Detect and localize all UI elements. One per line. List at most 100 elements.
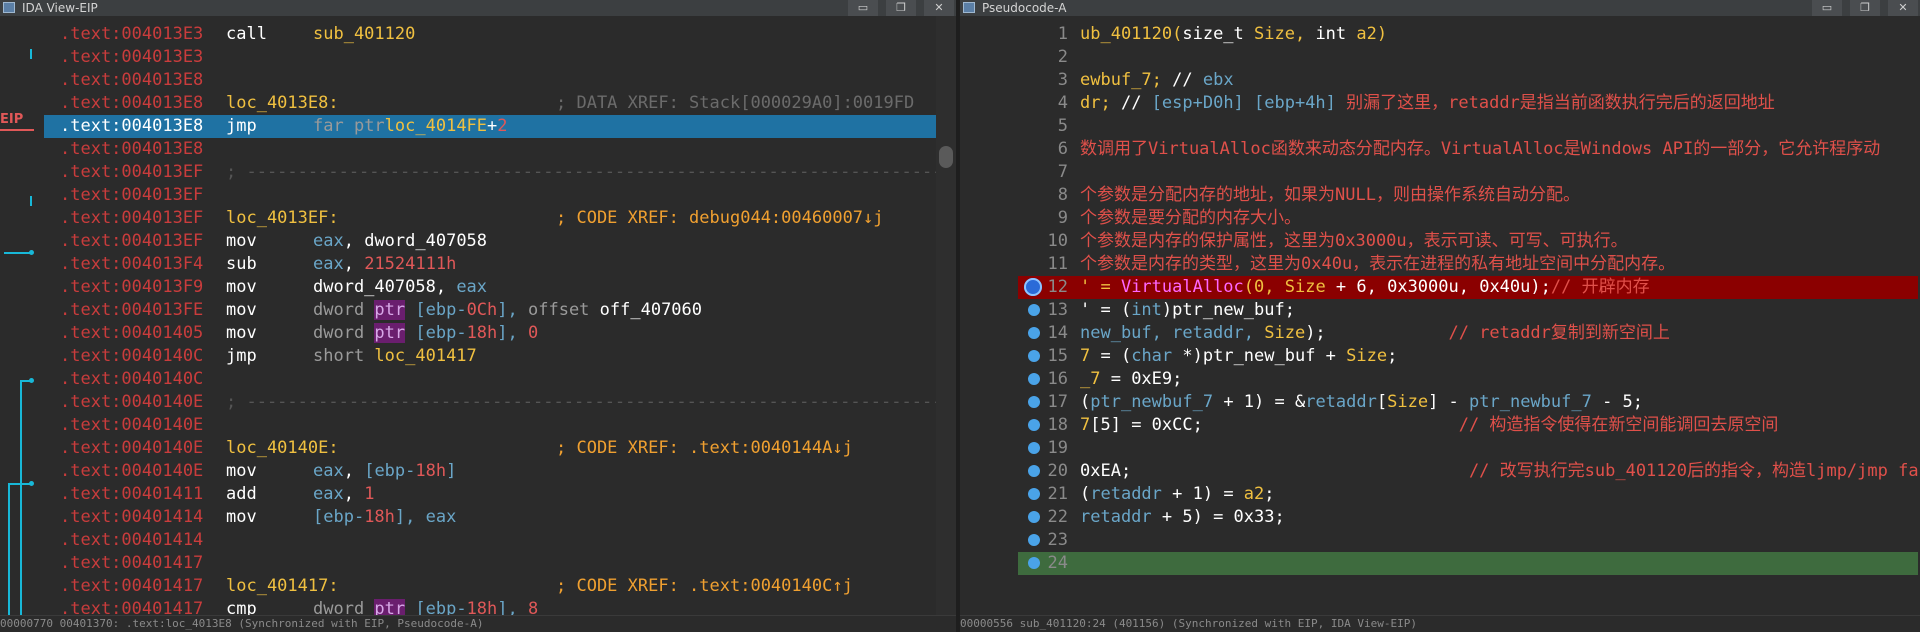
restore-icon[interactable]: ❐ — [886, 0, 916, 16]
restore-icon[interactable]: ❐ — [1850, 0, 1880, 16]
code-text: 个参数是内存的类型，这里为0x40u，表示在进程的私有地址空间中分配内存。 — [1080, 253, 1675, 276]
pseudocode-line[interactable]: 16 _7 = 0xE9; — [1018, 368, 1918, 391]
code-token: + 6, 0x3000u, 0x40u); — [1335, 277, 1551, 297]
pseudocode-line[interactable]: 23 — [1018, 529, 1918, 552]
pseudocode-line[interactable]: 24 — [1018, 552, 1918, 575]
pseudocode-line[interactable]: 10 个参数是内存的保护属性，这里为0x3000u，表示可读、可写、可执行。 — [1018, 230, 1918, 253]
disasm-row[interactable]: .text:0040140C — [44, 368, 936, 391]
code-text: 个参数是要分配的内存大小。 — [1080, 207, 1301, 230]
disasm-row[interactable]: .text:004013EF mov eax, dword_407058 — [44, 230, 936, 253]
disasm-row[interactable]: .text:004013EF — [44, 184, 936, 207]
disasm-row[interactable]: .text:00401417 — [44, 552, 936, 575]
code-text: retaddr + 5) = 0x33; — [1080, 506, 1285, 529]
pseudocode-line[interactable]: 19 — [1018, 437, 1918, 460]
address: .text:004013E8 — [60, 116, 204, 136]
disasm-row[interactable]: .text:0040140C jmp short loc_401417 — [44, 345, 936, 368]
pseudocode-titlebar[interactable]: Pseudocode-A ▭ ❐ ✕ — [960, 0, 1920, 16]
pseudocode-line[interactable]: 20 0xEA; // 改写执行完sub_401120后的指令，构造ljmp/jm… — [1018, 460, 1920, 483]
window-icon — [3, 2, 15, 13]
minimize-icon[interactable]: ▭ — [848, 0, 878, 16]
disasm-row[interactable]: .text:004013F4 sub eax, 21524111h — [44, 253, 936, 276]
address: .text:00401417 — [60, 553, 204, 573]
code-token: 0xEA; — [1080, 461, 1469, 481]
operand-memory: [ebp- — [405, 323, 467, 343]
code-token: + 1) = — [1172, 484, 1244, 504]
pseudocode-line[interactable]: 1 ub_401120(size_t Size, int a2) — [1018, 23, 1918, 46]
disassembly-listing[interactable]: .text:004013E3 call sub_401120 .text:004013… — [44, 23, 956, 621]
pseudocode-line[interactable]: 5 — [1018, 115, 1918, 138]
code-text: 个参数是分配内存的地址，如果为NULL，则由操作系统自动分配。 — [1080, 184, 1580, 207]
address: .text:004013EF — [60, 208, 204, 228]
disasm-row[interactable]: .text:00401405 mov dword ptr [ebp-18h], 0 — [44, 322, 936, 345]
disasm-row[interactable]: .text:004013E3 call sub_401120 — [44, 23, 936, 46]
flow-arrow — [30, 196, 32, 206]
line-number: 11 — [1047, 254, 1068, 274]
code-token: (0, — [1243, 277, 1285, 297]
code-comment: // 改写执行完sub_401120后的指令，构造ljmp/jmp far — [1468, 461, 1920, 481]
address: .text:0040140E — [60, 438, 204, 458]
pseudocode-line[interactable]: 17 (ptr_newbuf_7 + 1) = &retaddr[Size] - … — [1018, 391, 1918, 414]
pseudocode-pane[interactable]: Pseudocode-A ▭ ❐ ✕ 1 ub_401120(size_t Siz… — [960, 0, 1920, 632]
close-icon[interactable]: ✕ — [1888, 0, 1918, 16]
pseudocode-listing[interactable]: 1 ub_401120(size_t Size, int a2) 2 3 ewbuf_7… — [1018, 23, 1920, 575]
vertical-scrollbar[interactable] — [936, 16, 956, 616]
disasm-row[interactable]: .text:004013FE mov dword ptr [ebp-0Ch], of… — [44, 299, 936, 322]
disasm-row[interactable]: .text:004013EF loc_4013EF: ; CODE XREF: de… — [44, 207, 936, 230]
current-instruction-row[interactable]: .text:004013E8 jmp far ptrloc_4014FE+2 — [44, 115, 936, 138]
mnemonic: mov — [226, 323, 257, 343]
pseudocode-line[interactable]: 4 dr; // [esp+D0h] [ebp+4h] 别漏了这里，retaddr… — [1018, 92, 1918, 115]
pseudocode-line[interactable]: 6 数调用了VirtualAlloc函数来动态分配内存。VirtualAlloc是… — [1018, 138, 1918, 161]
pseudocode-line[interactable]: 3 ewbuf_7; // ebx — [1018, 69, 1918, 92]
operand-memory: ], — [497, 323, 528, 343]
code-comment: 个参数是要分配的内存大小。 — [1080, 208, 1301, 228]
pseudocode-line[interactable]: 21 (retaddr + 1) = a2; — [1018, 483, 1918, 506]
disasm-row[interactable]: .text:004013EF ; ------------------------… — [44, 161, 956, 184]
disasm-row[interactable]: .text:0040140E loc_40140E: ; CODE XREF: .t… — [44, 437, 936, 460]
code-token: a2) — [1356, 24, 1388, 44]
line-number: 14 — [1047, 323, 1068, 343]
window-icon — [963, 2, 975, 13]
code-comment: 数调用了VirtualAlloc函数来动态分配内存。VirtualAlloc是W… — [1080, 139, 1881, 159]
ida-view-titlebar[interactable]: IDA View-EIP ▭ ❐ ✕ — [0, 0, 956, 16]
code-token: size_t — [1182, 24, 1255, 44]
scrollbar-thumb[interactable] — [939, 146, 953, 168]
code-token: ewbuf_7; — [1080, 70, 1173, 90]
pseudocode-line[interactable]: 12 ' = VirtualAlloc(0, Size + 6, 0x3000u,… — [1018, 276, 1918, 299]
code-comment: 个参数是内存的保护属性，这里为0x3000u，表示可读、可写、可执行。 — [1080, 231, 1628, 251]
operand-symbol: loc_4014FE — [384, 116, 488, 136]
pseudocode-line[interactable]: 13 ' = (int)ptr_new_buf; — [1018, 299, 1918, 322]
pseudocode-line[interactable]: 22 retaddr + 5) = 0x33; — [1018, 506, 1918, 529]
disasm-row[interactable]: .text:00401417 loc_401417: ; CODE XREF: .t… — [44, 575, 936, 598]
code-comment: 个参数是分配内存的地址，如果为NULL，则由操作系统自动分配。 — [1080, 185, 1580, 205]
line-number: 3 — [1057, 70, 1068, 90]
ida-view-pane[interactable]: IDA View-EIP ▭ ❐ ✕ EIP .text:004013E3 cal… — [0, 0, 956, 632]
disasm-row[interactable]: .text:004013E8 — [44, 138, 936, 161]
disasm-row[interactable]: .text:004013E3 — [44, 46, 936, 69]
disasm-row[interactable]: .text:0040140E — [44, 414, 936, 437]
disasm-row[interactable]: .text:004013F9 mov dword_407058, eax — [44, 276, 936, 299]
disasm-row[interactable]: .text:004013E8 — [44, 69, 936, 92]
address: .text:00401417 — [60, 576, 204, 596]
code-text: ' = VirtualAlloc(0, Size + 6, 0x3000u, 0… — [1080, 276, 1650, 299]
disasm-row[interactable]: .text:00401411 add eax, 1 — [44, 483, 936, 506]
pseudocode-line[interactable]: 7 — [1018, 161, 1918, 184]
pseudocode-line[interactable]: 18 7[5] = 0xCC; // 构造指令使得在新空间能调回去原空间 — [1018, 414, 1918, 437]
disasm-row[interactable]: .text:0040140E ; ------------------------… — [44, 391, 956, 414]
pseudocode-line[interactable]: 8 个参数是分配内存的地址，如果为NULL，则由操作系统自动分配。 — [1018, 184, 1918, 207]
pseudocode-line[interactable]: 14 new_buf, retaddr, Size); // retaddr复制到… — [1018, 322, 1918, 345]
disasm-row[interactable]: .text:00401414 mov [ebp-18h], eax — [44, 506, 936, 529]
arrows-gutter — [0, 16, 44, 632]
disasm-row[interactable]: .text:00401414 — [44, 529, 936, 552]
pseudocode-line[interactable]: 15 7 = (char *)ptr_new_buf + Size; — [1018, 345, 1918, 368]
close-icon[interactable]: ✕ — [924, 0, 954, 16]
address: .text:004013F4 — [60, 254, 204, 274]
pseudocode-line[interactable]: 9 个参数是要分配的内存大小。 — [1018, 207, 1918, 230]
pseudocode-line[interactable]: 2 — [1018, 46, 1918, 69]
operand-symbol: loc_401417 — [374, 346, 477, 366]
disasm-row[interactable]: .text:004013E8 loc_4013E8: ; DATA XREF: St… — [44, 92, 936, 115]
address: .text:004013F9 — [60, 277, 204, 297]
pseudocode-line[interactable]: 11 个参数是内存的类型，这里为0x40u，表示在进程的私有地址空间中分配内存。 — [1018, 253, 1918, 276]
disasm-row[interactable]: .text:0040140E mov eax, [ebp-18h] — [44, 460, 936, 483]
minimize-icon[interactable]: ▭ — [1812, 0, 1842, 16]
code-token: 7 — [1080, 346, 1101, 366]
